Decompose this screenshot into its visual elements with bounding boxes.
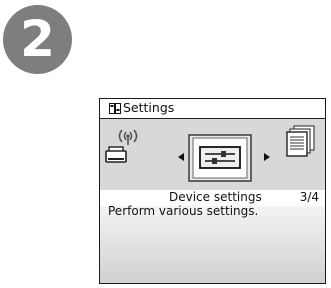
scroll-right-arrow[interactable] bbox=[264, 153, 270, 161]
device-settings-sliders-icon[interactable] bbox=[187, 133, 253, 183]
page-indicator: 3/4 bbox=[299, 190, 319, 204]
scroll-left-arrow[interactable] bbox=[178, 153, 184, 161]
lcd-screen: Settings Device settings 3/4 Perform var… bbox=[99, 98, 326, 284]
menu-carousel: Device settings 3/4 Perform various sett… bbox=[100, 119, 325, 283]
menu-description: Perform various settings. bbox=[108, 204, 259, 218]
selected-menu-label: Device settings bbox=[169, 190, 262, 204]
settings-icon bbox=[109, 103, 121, 114]
lcd-header: Settings bbox=[100, 99, 325, 119]
documents-icon[interactable] bbox=[286, 125, 320, 161]
screen-title: Settings bbox=[123, 100, 175, 115]
step-number: 2 bbox=[20, 9, 55, 68]
step-number-badge: 2 bbox=[3, 5, 72, 74]
printer-wireless-icon[interactable] bbox=[105, 129, 153, 169]
